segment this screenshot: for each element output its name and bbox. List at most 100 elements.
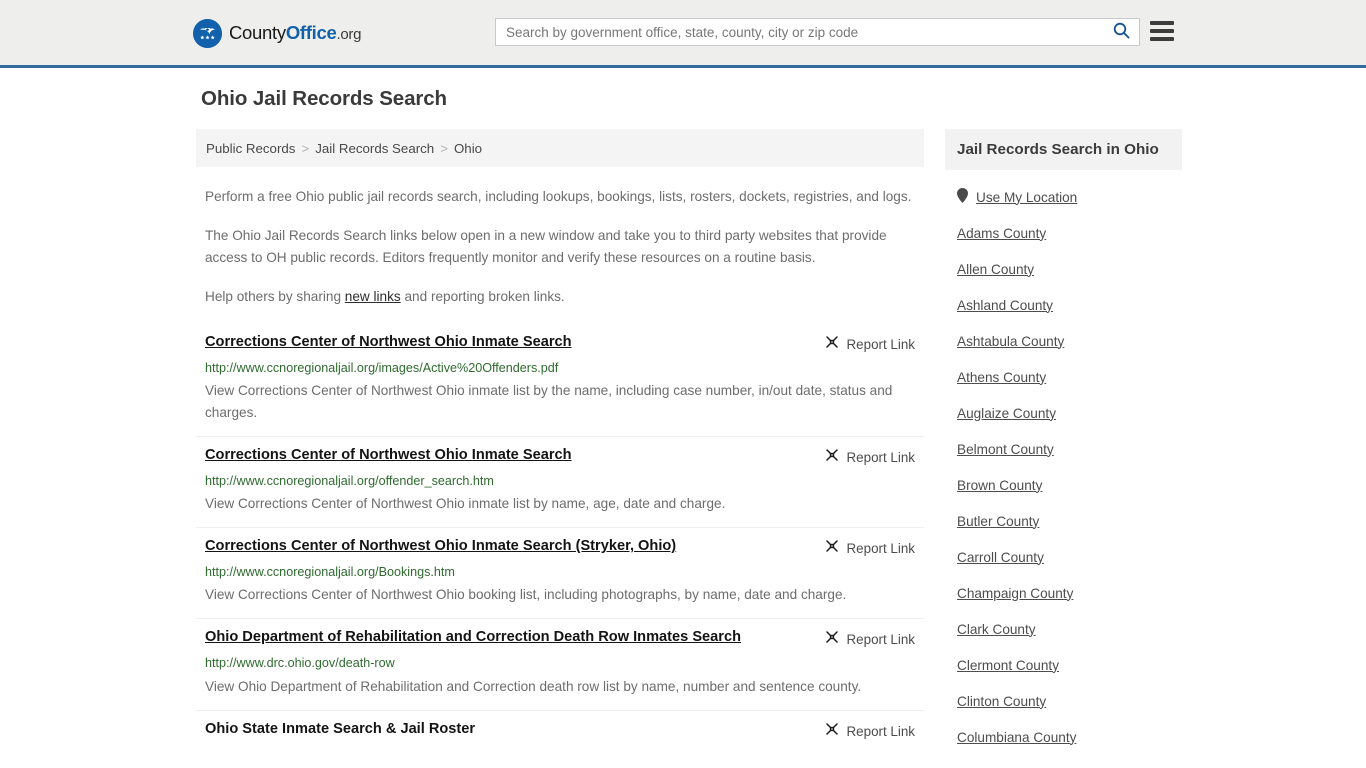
- list-item: Brown County: [957, 467, 1182, 503]
- list-item: Belmont County: [957, 431, 1182, 467]
- list-item: Athens County: [957, 359, 1182, 395]
- sidebar-item-allen-county[interactable]: Allen County: [957, 251, 1182, 287]
- result-header: Ohio Department of Rehabilitation and Co…: [205, 628, 915, 650]
- result-title-link[interactable]: Corrections Center of Northwest Ohio Inm…: [205, 333, 572, 351]
- list-item: Clinton County: [957, 683, 1182, 719]
- breadcrumb-item-jail-records-search[interactable]: Jail Records Search: [315, 141, 434, 156]
- sidebar-item-coshocton-county[interactable]: Coshocton County: [957, 755, 1182, 768]
- intro-paragraph-3: Help others by sharing new links and rep…: [205, 286, 915, 308]
- list-item: Adams County: [957, 215, 1182, 251]
- list-item: Clark County: [957, 611, 1182, 647]
- search-input[interactable]: [496, 19, 1103, 45]
- list-item: Coshocton County: [957, 755, 1182, 768]
- breadcrumb-item-ohio: Ohio: [453, 140, 483, 156]
- result-header: Corrections Center of Northwest Ohio Inm…: [205, 333, 915, 355]
- search-icon: [1113, 22, 1130, 42]
- result-url[interactable]: http://www.drc.ohio.gov/death-row: [205, 656, 915, 671]
- result-item: Corrections Center of Northwest Ohio Inm…: [196, 528, 924, 620]
- report-link-button[interactable]: Report Link: [824, 720, 915, 742]
- sidebar-item-label: Columbiana County: [957, 729, 1077, 745]
- report-link-button[interactable]: Report Link: [824, 537, 915, 559]
- site-header: CountyOffice.org: [0, 0, 1366, 68]
- breadcrumb-separator: >: [301, 140, 310, 156]
- sidebar-item-brown-county[interactable]: Brown County: [957, 467, 1182, 503]
- site-logo[interactable]: CountyOffice.org: [193, 19, 361, 48]
- breadcrumb-item-public-records[interactable]: Public Records: [206, 141, 295, 156]
- report-link-label: Report Link: [846, 337, 915, 353]
- sidebar-item-carroll-county[interactable]: Carroll County: [957, 539, 1182, 575]
- sidebar-item-clermont-county[interactable]: Clermont County: [957, 647, 1182, 683]
- broken-link-icon: [824, 334, 840, 355]
- page-title: Ohio Jail Records Search: [201, 87, 447, 110]
- sidebar-item-clark-county[interactable]: Clark County: [957, 611, 1182, 647]
- list-item: Clermont County: [957, 647, 1182, 683]
- intro-paragraph-2: The Ohio Jail Records Search links below…: [205, 228, 887, 266]
- list-item: Allen County: [957, 251, 1182, 287]
- sidebar-item-belmont-county[interactable]: Belmont County: [957, 431, 1182, 467]
- sidebar-item-auglaize-county[interactable]: Auglaize County: [957, 395, 1182, 431]
- hamburger-bar: [1150, 29, 1174, 33]
- site-logo-text: CountyOffice.org: [229, 24, 361, 43]
- broken-link-icon: [824, 447, 840, 468]
- sidebar-item-label: Auglaize County: [957, 405, 1056, 421]
- result-url[interactable]: http://www.ccnoregionaljail.org/images/A…: [205, 361, 915, 376]
- sidebar-item-label: Clermont County: [957, 657, 1059, 673]
- intro-text-after-link: and reporting broken links.: [400, 289, 565, 305]
- broken-link-icon: [824, 538, 840, 559]
- sidebar-item-label: Ashtabula County: [957, 333, 1065, 349]
- content-row: Public Records > Jail Records Search > O…: [196, 129, 1366, 768]
- sidebar-item-label: Ashland County: [957, 297, 1053, 313]
- sidebar-item-ashtabula-county[interactable]: Ashtabula County: [957, 323, 1182, 359]
- sidebar-item-athens-county[interactable]: Athens County: [957, 359, 1182, 395]
- report-link-button[interactable]: Report Link: [824, 628, 915, 650]
- result-title-link[interactable]: Ohio State Inmate Search & Jail Roster: [205, 720, 475, 738]
- list-item: Use My Location: [957, 179, 1182, 215]
- sidebar: Jail Records Search in Ohio Use My Locat…: [945, 129, 1182, 768]
- result-description: View Ohio Department of Rehabilitation a…: [205, 678, 862, 694]
- result-description: View Corrections Center of Northwest Ohi…: [205, 383, 893, 421]
- report-link-button[interactable]: Report Link: [824, 333, 915, 355]
- hamburger-bar: [1150, 21, 1174, 25]
- list-item: Ashland County: [957, 287, 1182, 323]
- sidebar-item-label: Athens County: [957, 369, 1047, 385]
- report-link-button[interactable]: Report Link: [824, 446, 915, 468]
- report-link-label: Report Link: [846, 632, 915, 648]
- result-header: Ohio State Inmate Search & Jail Roster R…: [205, 720, 915, 742]
- sidebar-item-ashland-county[interactable]: Ashland County: [957, 287, 1182, 323]
- logo-text-office: Office: [285, 22, 337, 44]
- results-list: Corrections Center of Northwest Ohio Inm…: [196, 324, 924, 754]
- logo-text-org: .org: [336, 26, 362, 44]
- result-url[interactable]: http://www.ccnoregionaljail.org/offender…: [205, 474, 915, 489]
- sidebar-item-use-my-location[interactable]: Use My Location: [957, 179, 1182, 215]
- result-url[interactable]: http://www.ccnoregionaljail.org/Bookings…: [205, 565, 915, 580]
- result-item: Ohio Department of Rehabilitation and Co…: [196, 619, 924, 711]
- result-title-link[interactable]: Corrections Center of Northwest Ohio Inm…: [205, 537, 676, 555]
- sidebar-title: Jail Records Search in Ohio: [945, 129, 1182, 170]
- map-pin-icon: [957, 188, 968, 206]
- result-title-link[interactable]: Corrections Center of Northwest Ohio Inm…: [205, 446, 572, 464]
- list-item: Carroll County: [957, 539, 1182, 575]
- sidebar-county-list: Use My Location Adams County Allen Count…: [945, 170, 1182, 768]
- result-item: Corrections Center of Northwest Ohio Inm…: [196, 324, 924, 438]
- search-bar: [495, 18, 1140, 46]
- sidebar-item-label: Butler County: [957, 513, 1040, 529]
- broken-link-icon: [824, 629, 840, 650]
- sidebar-item-adams-county[interactable]: Adams County: [957, 215, 1182, 251]
- list-item: Auglaize County: [957, 395, 1182, 431]
- sidebar-item-champaign-county[interactable]: Champaign County: [957, 575, 1182, 611]
- broken-link-icon: [824, 721, 840, 742]
- list-item: Butler County: [957, 503, 1182, 539]
- result-title-link[interactable]: Ohio Department of Rehabilitation and Co…: [205, 628, 741, 646]
- sidebar-item-butler-county[interactable]: Butler County: [957, 503, 1182, 539]
- sidebar-item-label: Carroll County: [957, 549, 1044, 565]
- result-item: Ohio State Inmate Search & Jail Roster R…: [196, 711, 924, 754]
- sidebar-item-label: Use My Location: [976, 189, 1078, 205]
- report-link-label: Report Link: [846, 450, 915, 466]
- eagle-shield-emblem-icon: [193, 19, 222, 48]
- search-button[interactable]: [1103, 19, 1139, 45]
- hamburger-bar: [1150, 37, 1174, 41]
- sidebar-item-columbiana-county[interactable]: Columbiana County: [957, 719, 1182, 755]
- sidebar-item-clinton-county[interactable]: Clinton County: [957, 683, 1182, 719]
- hamburger-menu-icon[interactable]: [1150, 21, 1174, 41]
- new-links-link[interactable]: new links: [345, 289, 401, 304]
